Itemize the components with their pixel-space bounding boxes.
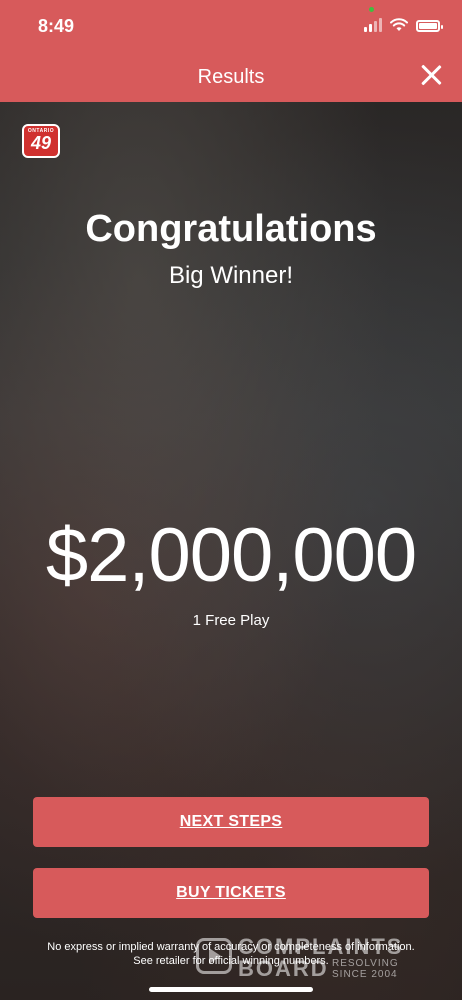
home-indicator[interactable] [149,987,313,992]
prize-amount: $2,000,000 [45,513,417,598]
watermark: COMPLAINTS BOARD RESOLVING SINCE 2004 [196,932,426,981]
results-panel: ONTARIO 49 Congratulations Big Winner! $… [0,102,462,1000]
wifi-icon [390,18,408,31]
buy-tickets-button[interactable]: BUY TICKETS [33,868,429,918]
status-time: 8:49 [38,16,75,36]
logo-number: 49 [30,133,52,153]
watermark-tagline: RESOLVING SINCE 2004 [332,958,399,980]
subtitle: Big Winner! [168,262,294,289]
watermark-play-icon [196,938,232,974]
free-play-label: 1 Free Play [192,612,270,629]
status-icons [364,18,443,32]
header-bar: 8:49 Results [0,0,462,102]
ontario-49-logo: ONTARIO 49 [22,124,60,158]
close-icon[interactable] [420,64,442,86]
headline: Congratulations [85,208,377,250]
camera-indicator-dot [369,7,374,12]
watermark-tagline-1: RESOLVING [332,958,399,969]
page-title: Results [197,66,265,88]
cellular-signal-icon [364,18,382,32]
watermark-tagline-2: SINCE 2004 [332,969,398,980]
next-steps-button[interactable]: NEXT STEPS [33,797,429,847]
watermark-line2: BOARD [238,956,329,981]
battery-icon [416,20,443,32]
